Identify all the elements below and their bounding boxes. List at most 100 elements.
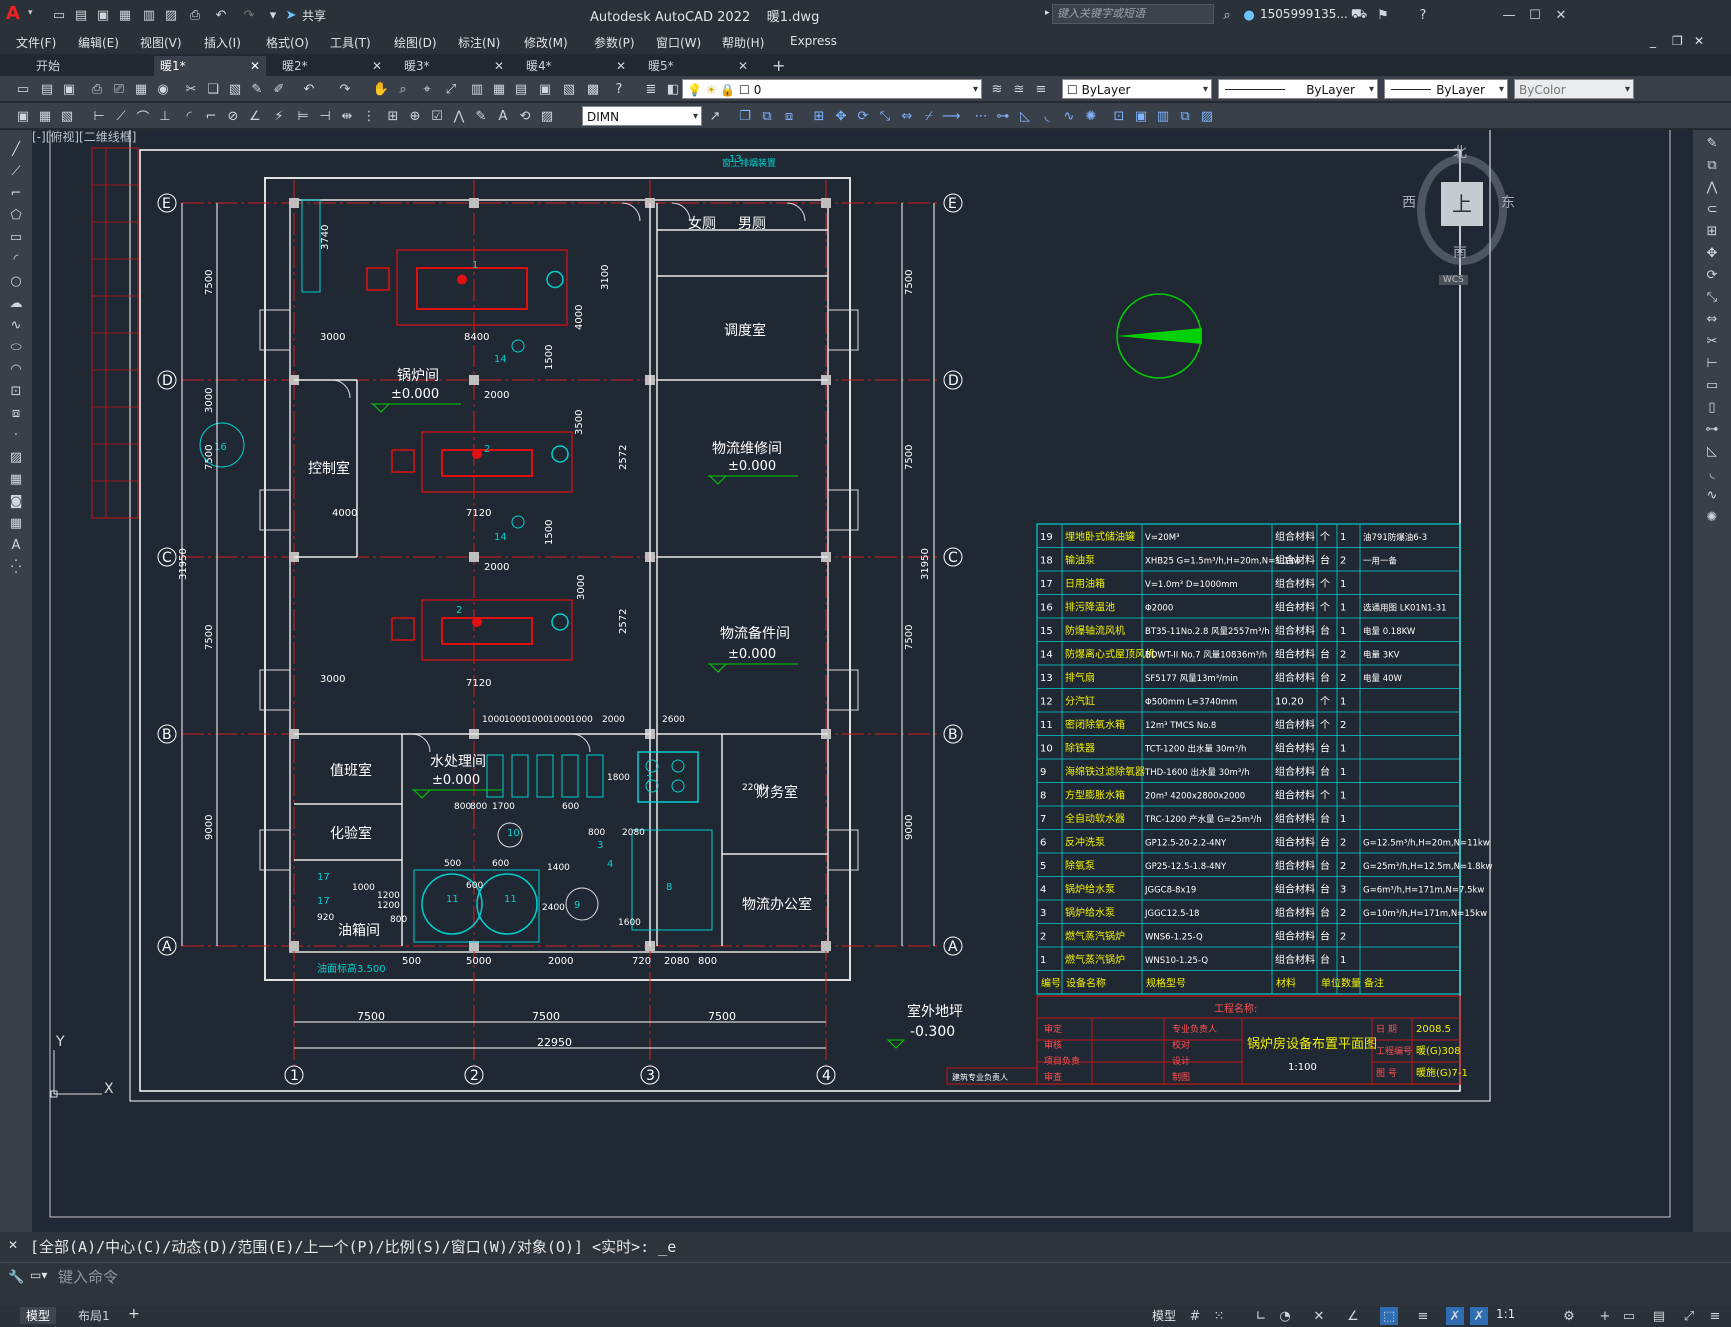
drawing-viewport[interactable]: [-][俯视][二维线框] EEDDCCBBAA1234 女厕 男厕 调度室 锅炉间物… [32,130,1693,1232]
array-icon[interactable]: ⊞ [1703,222,1721,240]
search-icon[interactable]: ⌕ [1218,6,1236,24]
menu-view[interactable]: 视图(V) [140,34,182,51]
save-as-icon[interactable]: ▦ [116,6,134,24]
auto-scale-icon[interactable]: ✗ [1470,1307,1488,1325]
table-icon[interactable]: ▦ [7,514,25,532]
viewcube-top-face[interactable]: 上 [1441,182,1483,226]
search-expand-icon[interactable]: ▸ [1045,8,1050,18]
new-file-icon[interactable]: ▭ [50,6,68,24]
redo-icon[interactable]: ↷ [336,80,354,98]
fillet-icon[interactable]: ◟ [1703,464,1721,482]
join-icon[interactable]: ⊶ [994,107,1012,125]
layer-dropdown[interactable]: 💡 ☀ 🔒 ☐ 0 ▾ [682,79,982,99]
revcloud-icon[interactable]: ☁ [7,294,25,312]
tab-model[interactable]: 模型 [20,1307,57,1324]
osnap-icon[interactable]: ✕ [1310,1307,1328,1325]
command-prompt-icon[interactable]: ▭▾ [30,1268,47,1282]
copy-icon[interactable]: ⧉ [1703,156,1721,174]
polyline-icon[interactable]: ⌐ [7,184,25,202]
viewcube-south[interactable]: 南 [1453,242,1467,262]
search-input[interactable]: 键入关键字或短语 [1052,4,1214,24]
menu-help[interactable]: 帮助(H) [722,34,764,51]
menu-draw[interactable]: 绘图(D) [394,34,437,51]
zoom-realtime-icon[interactable]: ⌕ [394,80,412,98]
layer-off-icon[interactable]: ▣ [14,107,32,125]
dim-radius-icon[interactable]: ◜ [180,107,198,125]
copy-icon[interactable]: ❏ [204,80,222,98]
open-icon[interactable]: ▤ [38,80,56,98]
undo-icon[interactable]: ↶ [300,80,318,98]
plot-preview-icon[interactable]: ⎚ [110,80,128,98]
design-center-icon[interactable]: ▦ [490,80,508,98]
layer-isolate-icon[interactable]: ▦ [36,107,54,125]
chamfer-icon[interactable]: ◺ [1016,107,1034,125]
menu-parameter[interactable]: 参数(P) [594,34,635,51]
stretch-icon[interactable]: ⇔ [898,107,916,125]
menu-file[interactable]: 文件(F) [16,34,56,51]
selection-cycling-icon[interactable]: ⬚ [1380,1307,1398,1325]
region-icon[interactable]: ◙ [7,492,25,510]
dim-style-icon[interactable]: ▨ [538,107,556,125]
break-icon[interactable]: ⋯ [972,107,990,125]
dim-break-icon[interactable]: ⋮ [360,107,378,125]
menu-insert[interactable]: 插入(I) [204,34,241,51]
ellipse-arc-icon[interactable]: ◠ [7,360,25,378]
linetype-dropdown[interactable]: ByLayer ▾ [1218,79,1378,99]
mirror-icon[interactable]: ⧉ [758,107,776,125]
dim-baseline-icon[interactable]: ⊨ [294,107,312,125]
autocad-logo-icon[interactable]: A [6,3,28,25]
dim-ordinate-icon[interactable]: ⊥ [156,107,174,125]
layer-previous-icon[interactable]: ≊ [1010,80,1028,98]
tab-close-icon[interactable]: ✕ [738,56,748,76]
xref-icon[interactable]: ⧉ [1176,107,1194,125]
gradient-icon[interactable]: ▦ [7,470,25,488]
fillet-icon[interactable]: ◟ [1038,107,1056,125]
app-store-icon[interactable]: ⚑ [1374,6,1392,24]
share-icon[interactable]: ➤ [282,6,300,24]
blend-icon[interactable]: ∿ [1703,486,1721,504]
maximize-icon[interactable]: ☐ [1526,6,1544,24]
ellipse-icon[interactable]: ⬭ [7,338,25,356]
tab-close-icon[interactable]: ✕ [250,56,260,76]
calculator-icon[interactable]: ▩ [584,80,602,98]
new-tab-icon[interactable]: + [772,56,792,76]
quick-dim-icon[interactable]: ⚡ [270,107,288,125]
polar-icon[interactable]: ◔ [1276,1307,1294,1325]
close-icon[interactable]: ✕ [1552,6,1570,24]
inspection-icon[interactable]: ☑ [428,107,446,125]
otrack-icon[interactable]: ∠ [1344,1307,1362,1325]
dim-arc-icon[interactable]: ⌒ [134,107,152,126]
redo-icon[interactable]: ↷ [240,6,258,24]
viewcube-west[interactable]: 西 [1402,192,1416,212]
explode-icon[interactable]: ✺ [1703,508,1721,526]
rectangle-icon[interactable]: ▭ [7,228,25,246]
block-editor-icon[interactable]: ✐ [270,80,288,98]
user-icon[interactable]: ● [1240,6,1258,24]
doc-close-icon[interactable]: ✕ [1694,34,1704,48]
zoom-previous-icon[interactable]: ⤢ [442,80,460,98]
dim-space-icon[interactable]: ⇹ [338,107,356,125]
image-icon[interactable]: ▨ [1198,107,1216,125]
point-icon[interactable]: · [7,426,25,444]
dim-diameter-icon[interactable]: ⊘ [224,107,242,125]
properties-icon[interactable]: ▥ [468,80,486,98]
sheet-set-icon[interactable]: ▣ [536,80,554,98]
open-web-icon[interactable]: ▥ [140,6,158,24]
lineweight-icon[interactable]: ≡ [1414,1307,1432,1325]
tab-start[interactable]: 开始 [30,56,140,76]
layer-freeze-icon[interactable]: ▧ [58,107,76,125]
tab-close-icon[interactable]: ✕ [494,56,504,76]
save-icon[interactable]: ▣ [60,80,78,98]
create-block-icon[interactable]: ▣ [1132,107,1150,125]
menu-edit[interactable]: 编辑(E) [78,34,119,51]
blend-icon[interactable]: ∿ [1060,107,1078,125]
break-icon[interactable]: ▯ [1703,398,1721,416]
copy-object-icon[interactable]: ❐ [736,107,754,125]
menu-window[interactable]: 窗口(W) [656,34,701,51]
graphics-performance-icon[interactable]: ▤ [1650,1307,1668,1325]
user-name[interactable]: 1505999135... [1260,7,1348,21]
app-menu-chevron-icon[interactable]: ▾ [28,8,33,18]
move-icon[interactable]: ✥ [832,107,850,125]
dim-override-icon[interactable]: ↗ [706,107,724,125]
rotate-icon[interactable]: ⟳ [854,107,872,125]
